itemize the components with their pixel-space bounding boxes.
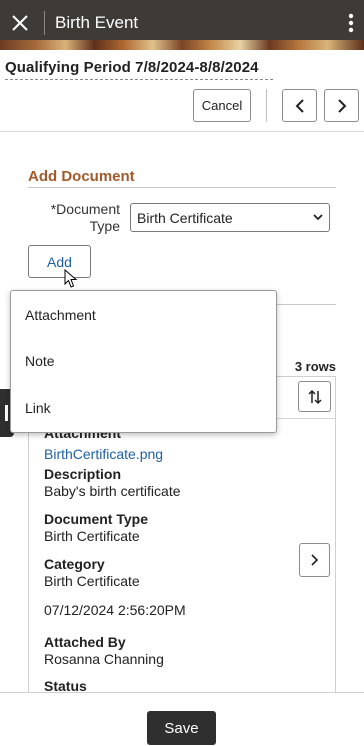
document-type-label: *Document Type (50, 201, 120, 234)
add-options-menu: Attachment Note Link (10, 290, 277, 433)
category-label: Category (44, 556, 105, 572)
title-underline (5, 79, 273, 80)
menu-item-attachment[interactable]: Attachment (25, 307, 96, 323)
chevron-left-icon (295, 98, 304, 113)
save-button[interactable]: Save (147, 711, 216, 745)
document-type-col-value: Birth Certificate (44, 528, 140, 544)
attachment-file-link[interactable]: BirthCertificate.png (44, 446, 163, 462)
chevron-right-icon (311, 554, 319, 566)
menu-item-link[interactable]: Link (25, 400, 51, 416)
previous-button[interactable] (282, 89, 317, 122)
description-value: Baby's birth certificate (44, 483, 181, 499)
attached-datetime: 07/12/2024 2:56:20PM (44, 602, 186, 618)
document-type-select[interactable]: Birth Certificate (130, 203, 330, 232)
footer-bar: Save (0, 692, 364, 746)
add-document-heading: Add Document (28, 168, 135, 185)
qualifying-bar: Qualifying Period 7/8/2024-8/8/2024 Canc… (0, 50, 364, 132)
attached-by-value: Rosanna Channing (44, 651, 164, 667)
category-value: Birth Certificate (44, 573, 140, 589)
header-banner-image (0, 40, 364, 50)
page: Birth Event Qualifying Period 7/8/2024-8… (0, 0, 364, 746)
close-icon (12, 15, 28, 31)
add-button[interactable]: Add (28, 245, 91, 278)
next-button[interactable] (324, 89, 359, 122)
section-divider (28, 187, 336, 188)
chevron-down-icon (313, 214, 323, 221)
description-label: Description (44, 466, 122, 482)
toolbar-divider (266, 89, 267, 122)
document-type-value: Birth Certificate (137, 209, 233, 226)
menu-item-note[interactable]: Note (25, 353, 55, 369)
cancel-button[interactable]: Cancel (193, 89, 251, 122)
mouse-cursor-icon (64, 269, 78, 288)
row-detail-button[interactable] (299, 543, 330, 577)
sort-icon (307, 389, 322, 404)
sort-button[interactable] (298, 381, 331, 412)
chevron-right-icon (337, 98, 346, 113)
page-title: Birth Event (55, 13, 139, 32)
kebab-menu-icon (348, 13, 354, 33)
document-type-col-label: Document Type (44, 511, 148, 527)
section-divider-2 (276, 304, 336, 305)
header-divider (44, 11, 45, 35)
attached-by-label: Attached By (44, 634, 126, 650)
qualifying-period-title: Qualifying Period 7/8/2024-8/8/2024 (5, 59, 259, 76)
rows-count: 3 rows (294, 359, 336, 374)
